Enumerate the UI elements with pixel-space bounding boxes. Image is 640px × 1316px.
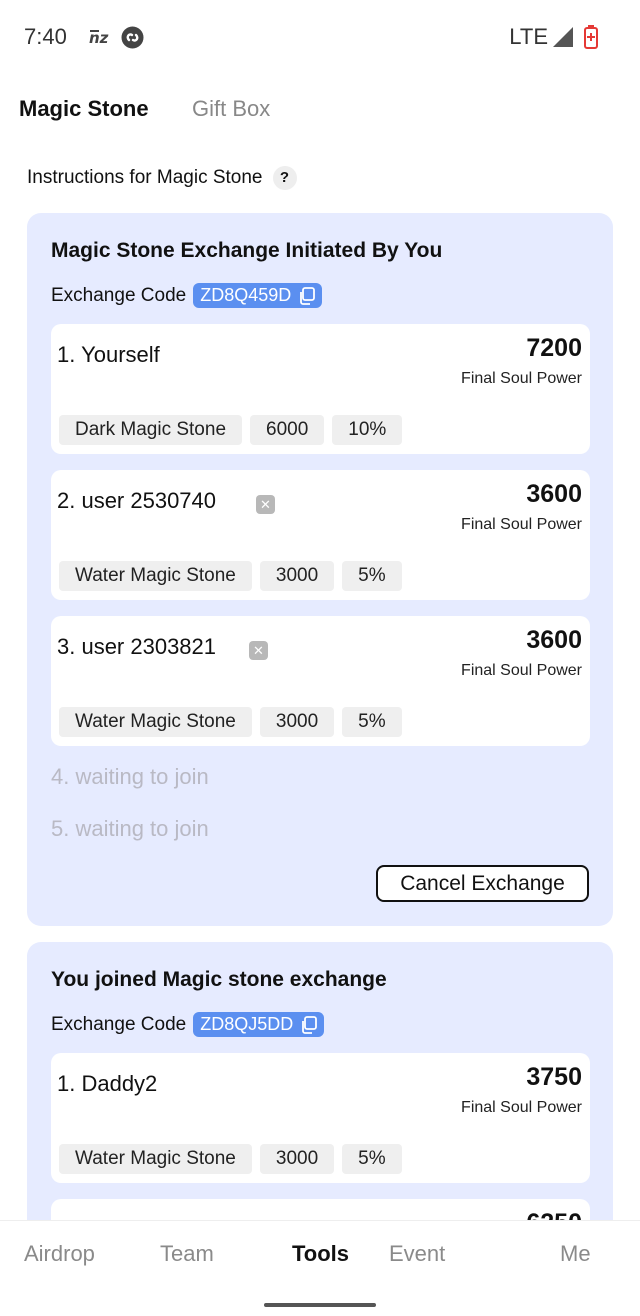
nav-me[interactable]: Me	[560, 1241, 591, 1267]
member-card: 1. Daddy2 3750 Final Soul Power Water Ma…	[51, 1053, 590, 1183]
member-power: 3600	[526, 480, 582, 508]
stone-type-chip: Water Magic Stone	[59, 707, 252, 737]
nav-event[interactable]: Event	[389, 1241, 445, 1267]
member-power-label: Final Soul Power	[461, 516, 582, 533]
card-title: Magic Stone Exchange Initiated By You	[51, 239, 443, 262]
member-power: 3750	[526, 1063, 582, 1091]
joined-exchange-card: You joined Magic stone exchange Exchange…	[27, 942, 613, 1316]
member-name: 3. user 2303821	[57, 634, 217, 659]
stone-amount-chip: 3000	[259, 561, 335, 591]
stone-percent-chip: 5%	[342, 1144, 402, 1174]
exchange-code-row: Exchange Code ZD8QJ5DD	[51, 1012, 325, 1037]
member-card: 1. Yourself 7200 Final Soul Power Dark M…	[51, 324, 590, 454]
exchange-code-label: Exchange Code	[51, 284, 187, 306]
stone-type-chip: Water Magic Stone	[59, 561, 252, 591]
member-card: 3. user 2303821 ✕ 3600 Final Soul Power …	[51, 616, 590, 746]
stone-amount-chip: 6000	[250, 415, 325, 445]
exchange-code-label: Exchange Code	[51, 1013, 187, 1035]
stone-type-chip: Dark Magic Stone	[59, 415, 243, 445]
exchange-code-chip[interactable]: ZD8Q459D	[193, 283, 323, 308]
stone-amount-chip: 3000	[259, 707, 335, 737]
copy-icon[interactable]	[298, 286, 316, 305]
status-bar: 7:40 nz LTE	[0, 0, 640, 76]
copy-icon[interactable]	[300, 1015, 318, 1034]
shazam-icon	[121, 26, 144, 54]
signal-icon	[553, 27, 573, 52]
network-label: LTE	[509, 24, 548, 49]
card-title: You joined Magic stone exchange	[51, 968, 387, 991]
instructions-label: Instructions for Magic Stone	[27, 167, 263, 188]
cancel-exchange-button[interactable]: Cancel Exchange	[376, 865, 589, 902]
member-name: 1. Yourself	[57, 342, 160, 367]
waiting-slot: 4. waiting to join	[51, 764, 209, 789]
exchange-code: ZD8Q459D	[200, 285, 292, 305]
instructions-row[interactable]: Instructions for Magic Stone ?	[27, 166, 297, 190]
member-power-label: Final Soul Power	[461, 370, 582, 387]
nav-airdrop[interactable]: Airdrop	[24, 1241, 95, 1267]
status-time: 7:40	[24, 24, 67, 49]
member-chips: Water Magic Stone 3000 5%	[59, 1144, 410, 1174]
stone-type-chip: Water Magic Stone	[59, 1144, 252, 1174]
stone-percent-chip: 10%	[332, 415, 403, 445]
bottom-nav: Airdrop Team Tools Event Me	[0, 1220, 640, 1316]
exchange-code: ZD8QJ5DD	[200, 1014, 294, 1034]
remove-member-icon[interactable]: ✕	[249, 641, 268, 660]
member-name: 2. user 2530740	[57, 488, 217, 513]
member-card: 2. user 2530740 ✕ 3600 Final Soul Power …	[51, 470, 590, 600]
waiting-slot: 5. waiting to join	[51, 816, 209, 841]
member-power-label: Final Soul Power	[461, 662, 582, 679]
stone-percent-chip: 5%	[342, 707, 402, 737]
translate-icon: nz	[88, 26, 110, 53]
member-chips: Water Magic Stone 3000 5%	[59, 561, 410, 591]
stone-percent-chip: 5%	[342, 561, 402, 591]
exchange-code-row: Exchange Code ZD8Q459D	[51, 283, 323, 308]
exchange-code-chip[interactable]: ZD8QJ5DD	[193, 1012, 325, 1037]
battery-icon	[584, 25, 598, 54]
member-chips: Water Magic Stone 3000 5%	[59, 707, 410, 737]
member-name: 1. Daddy2	[57, 1071, 158, 1096]
member-power: 3600	[526, 626, 582, 654]
initiated-exchange-card: Magic Stone Exchange Initiated By You Ex…	[27, 213, 613, 926]
help-icon[interactable]: ?	[272, 166, 297, 190]
member-chips: Dark Magic Stone 6000 10%	[59, 415, 410, 445]
tab-magic-stone[interactable]: Magic Stone	[19, 96, 149, 122]
home-indicator[interactable]	[264, 1303, 376, 1307]
member-power-label: Final Soul Power	[461, 1099, 582, 1116]
stone-amount-chip: 3000	[259, 1144, 335, 1174]
nav-tools[interactable]: Tools	[292, 1241, 349, 1267]
remove-member-icon[interactable]: ✕	[256, 495, 275, 514]
nav-team[interactable]: Team	[160, 1241, 214, 1267]
tab-gift-box[interactable]: Gift Box	[192, 96, 270, 122]
member-power: 7200	[526, 334, 582, 362]
